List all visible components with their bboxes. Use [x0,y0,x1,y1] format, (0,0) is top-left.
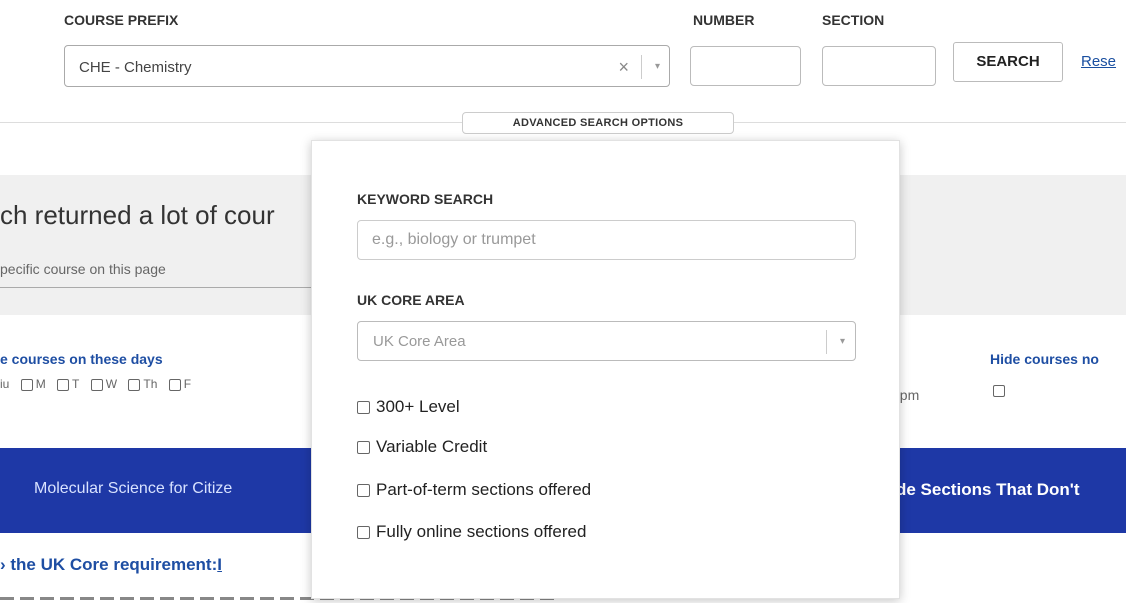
day-checkbox[interactable] [128,378,141,391]
number-label: NUMBER [693,12,755,28]
chevron-down-icon[interactable]: ▾ [655,61,660,72]
checkbox[interactable] [357,401,370,415]
select-divider [826,330,827,354]
keyword-search-label: KEYWORD SEARCH [357,191,494,207]
option-300-level[interactable]: 300+ Level [357,397,460,417]
day-checkbox[interactable] [20,378,33,391]
hide-sections-toggle[interactable]: de Sections That Don't [896,480,1080,500]
section-input[interactable] [822,46,936,86]
section-label: SECTION [822,12,885,28]
keyword-search-field[interactable] [357,220,856,260]
day-t: T [57,377,79,391]
advanced-search-toggle[interactable]: ADVANCED SEARCH OPTIONS [462,112,734,134]
checkbox[interactable] [357,441,370,455]
option-variable-credit[interactable]: Variable Credit [357,437,487,457]
days-filter-label: e courses on these days [0,351,163,367]
days-checkbox-row: iu M T W Th F [0,377,199,391]
course-prefix-label: COURSE PREFIX [64,12,179,28]
course-prefix-value: CHE - Chemistry [79,59,192,76]
hide-courses-checkbox[interactable] [993,385,1005,397]
results-headline: ch returned a lot of cour [0,200,275,230]
day-w: W [90,377,117,391]
uk-core-area-placeholder: UK Core Area [373,333,466,350]
course-title[interactable]: Molecular Science for Citize [34,480,232,498]
uk-core-area-select[interactable]: UK Core Area ▾ [357,321,856,361]
core-requirement-link[interactable]: I [217,555,222,574]
day-checkbox[interactable] [90,378,103,391]
option-fully-online[interactable]: Fully online sections offered [357,522,586,542]
search-button[interactable]: SEARCH [953,42,1063,82]
day-m: M [20,377,46,391]
option-part-of-term[interactable]: Part-of-term sections offered [357,480,591,500]
select-divider [641,55,642,79]
day-su: iu [0,377,10,391]
keyword-search-input[interactable] [370,221,844,259]
course-filter-placeholder: pecific course on this page [0,261,166,277]
course-filter-input[interactable]: pecific course on this page [0,253,330,288]
hide-courses-label: Hide courses no [990,351,1099,367]
core-requirement-text: › the UK Core requirement:I [0,555,222,574]
checkbox[interactable] [357,484,370,498]
course-prefix-select[interactable]: CHE - Chemistry × ▾ [64,45,670,87]
uk-core-area-label: UK CORE AREA [357,292,465,308]
clear-icon[interactable]: × [618,57,629,78]
day-checkbox[interactable] [57,378,70,391]
chevron-down-icon[interactable]: ▾ [840,336,845,347]
advanced-search-popup: KEYWORD SEARCH UK CORE AREA UK Core Area… [311,140,900,599]
day-f: F [168,377,191,391]
reset-link[interactable]: Rese [1081,53,1116,70]
day-checkbox[interactable] [168,378,181,391]
checkbox[interactable] [357,526,370,540]
number-input[interactable] [690,46,801,86]
day-th: Th [128,377,157,391]
